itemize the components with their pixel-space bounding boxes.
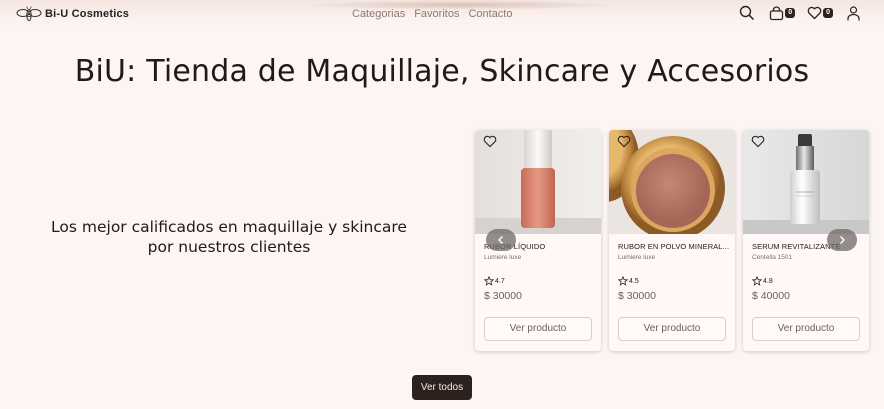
heart-icon[interactable]	[483, 135, 497, 148]
bee-logo-icon	[16, 6, 42, 21]
view-product-button[interactable]: Ver producto	[752, 317, 860, 341]
product-price: $ 30000	[484, 290, 522, 302]
rating-value: 4.8	[763, 277, 773, 285]
subtitle-line-2: por nuestros clientes	[147, 238, 311, 256]
chevron-left-icon	[498, 236, 503, 244]
product-image-serum[interactable]	[743, 130, 869, 234]
favorites-button[interactable]: 0	[807, 6, 833, 20]
nav-contacto[interactable]: Contacto	[468, 8, 512, 20]
cart-icon	[770, 5, 784, 20]
product-image-powder-blush[interactable]	[609, 130, 735, 234]
product-rating: 4.7	[484, 276, 505, 286]
main-nav: Categorias Favoritos Contacto	[352, 8, 512, 20]
chevron-right-icon	[840, 236, 845, 244]
product-card: RUBOR EN POLVO MINERAL... Lumiere luxe 4…	[609, 130, 735, 351]
rating-value: 4.5	[629, 277, 639, 285]
search-icon	[739, 5, 755, 21]
search-button[interactable]	[739, 5, 755, 21]
section-subtitle: Los mejor calificados en maquillaje y sk…	[40, 217, 418, 257]
view-all-button[interactable]: Ver todos	[412, 375, 472, 400]
subtitle-line-1: Los mejor calificados en maquillaje y sk…	[51, 218, 407, 236]
star-icon	[484, 276, 494, 286]
heart-icon[interactable]	[751, 135, 765, 148]
top-navbar: Bi-U Cosmetics Categorias Favoritos Cont…	[0, 0, 884, 30]
view-product-button[interactable]: Ver producto	[484, 317, 592, 341]
product-brand: Centella 1501	[752, 254, 793, 261]
product-rating: 4.5	[618, 276, 639, 286]
cart-button[interactable]: 0	[769, 5, 796, 21]
product-rating: 4.8	[752, 276, 773, 286]
product-carousel: RUBOR LÍQUIDO Lumiere luxe 4.7 $ 30000 V…	[475, 130, 869, 351]
product-price: $ 30000	[618, 290, 656, 302]
page-title: BiU: Tienda de Maquillaje, Skincare y Ac…	[74, 54, 810, 89]
product-brand: Lumiere luxe	[618, 254, 656, 261]
carousel-next-button[interactable]	[827, 229, 857, 251]
heart-icon	[807, 6, 822, 20]
heart-icon[interactable]	[617, 135, 631, 148]
carousel-prev-button[interactable]	[486, 229, 516, 251]
brand-logo[interactable]: Bi-U Cosmetics	[16, 5, 129, 23]
account-button[interactable]	[847, 5, 860, 21]
nav-categorias[interactable]: Categorias	[352, 8, 405, 20]
product-image-liquid-blush[interactable]	[475, 130, 601, 234]
view-product-button[interactable]: Ver producto	[618, 317, 726, 341]
product-name: RUBOR EN POLVO MINERAL...	[618, 242, 730, 251]
nav-favoritos[interactable]: Favoritos	[414, 8, 459, 20]
rating-value: 4.7	[495, 277, 505, 285]
cart-count-badge: 0	[785, 8, 796, 18]
favorites-count-badge: 0	[823, 8, 833, 18]
user-icon	[847, 5, 860, 20]
brand-name: Bi-U Cosmetics	[45, 8, 130, 20]
header-actions: 0 0	[739, 5, 860, 21]
product-brand: Lumiere luxe	[484, 254, 522, 261]
product-price: $ 40000	[752, 290, 790, 302]
star-icon	[752, 276, 762, 286]
star-icon	[618, 276, 628, 286]
